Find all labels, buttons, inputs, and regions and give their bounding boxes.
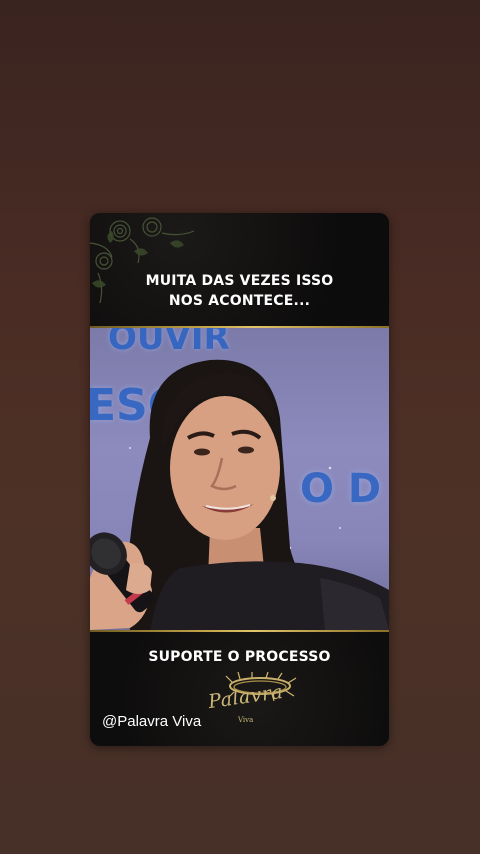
logo-subtitle: Viva (238, 716, 254, 724)
top-caption-line-2: NOS ACONTECE... (168, 293, 311, 309)
top-caption: MUITA DAS VEZES ISSO NOS ACONTECE... (90, 271, 389, 311)
account-handle[interactable]: @Palavra Viva (102, 713, 201, 730)
bottom-caption: SUPORTE O PROCESSO (148, 649, 331, 665)
microphone-icon (90, 532, 156, 630)
story-card: MUITA DAS VEZES ISSO NOS ACONTECE... OUV… (90, 213, 389, 746)
bottom-caption-band: SUPORTE O PROCESSO Palavra Viva @Palavra… (90, 632, 389, 746)
video-frame[interactable]: OUVIR ESCUTA O D (90, 328, 389, 630)
top-caption-line-1: MUITA DAS VEZES ISSO (145, 273, 334, 289)
palavra-viva-logo: Palavra Viva (202, 672, 297, 732)
top-caption-band: MUITA DAS VEZES ISSO NOS ACONTECE... (90, 213, 389, 326)
